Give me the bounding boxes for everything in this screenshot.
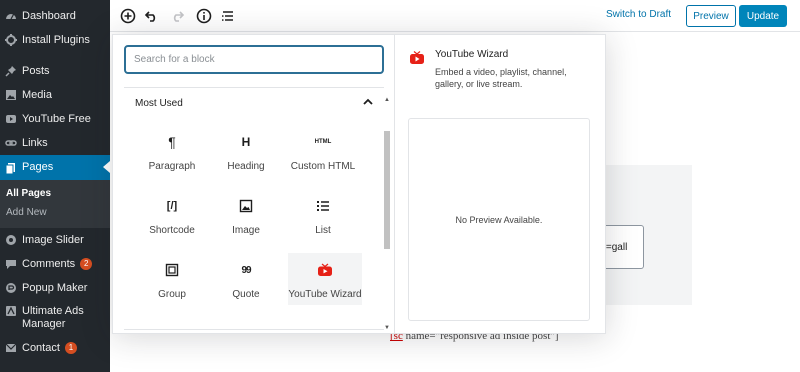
sidebar-item-pages[interactable]: Pages (0, 155, 110, 180)
submenu-all-pages[interactable]: All Pages (6, 188, 51, 199)
add-block-button[interactable] (118, 6, 138, 26)
media-icon (0, 89, 22, 101)
mail-icon (0, 342, 22, 354)
block-search-input[interactable] (124, 45, 384, 74)
block-shortcode[interactable]: [/] Shortcode (137, 189, 207, 241)
sidebar-item-label: Contact (22, 341, 60, 354)
sidebar-item-contact[interactable]: Contact 1 (0, 336, 110, 360)
plus-circle-icon (120, 8, 136, 24)
sidebar-item-label: Links (22, 136, 48, 149)
sidebar-item-label: Comments (22, 257, 76, 270)
block-label: Custom HTML (290, 161, 356, 172)
block-label: Image (232, 225, 260, 236)
sidebar-item-links[interactable]: Links (0, 131, 110, 155)
dashboard-icon (0, 10, 22, 22)
paragraph-icon: ¶ (168, 134, 176, 150)
inserter-scrollbar[interactable] (384, 131, 390, 249)
block-label: Shortcode (149, 225, 195, 236)
block-inserter-popover: Most Used ¶ Paragraph H Heading HTML Cus… (112, 34, 606, 334)
link-icon (0, 137, 22, 149)
content-info-button[interactable] (194, 6, 214, 26)
comments-count-badge: 2 (80, 258, 93, 270)
info-icon (196, 8, 212, 24)
block-group[interactable]: Group (137, 253, 207, 305)
html-icon: HTML (314, 139, 332, 145)
scroll-down-arrow[interactable]: ▼ (383, 325, 391, 331)
shortcode-icon: [/] (166, 200, 178, 212)
block-label: Heading (227, 161, 265, 172)
update-button[interactable]: Update (739, 5, 787, 27)
list-view-icon (222, 11, 233, 21)
block-label: Paragraph (148, 161, 196, 172)
panel-title: Most Used (135, 98, 183, 109)
block-heading[interactable]: H Heading (211, 125, 281, 177)
block-label: Quote (232, 289, 260, 300)
block-quote[interactable]: 99 Quote (211, 253, 281, 305)
block-preview-area: No Preview Available. (408, 118, 590, 321)
block-navigation-button[interactable] (218, 6, 238, 26)
preview-block-title: YouTube Wizard (435, 49, 509, 60)
sidebar-item-install-plugins[interactable]: Install Plugins (0, 28, 110, 52)
switch-to-draft-link[interactable]: Switch to Draft (606, 9, 671, 20)
sidebar-item-label: Media (22, 88, 52, 101)
list-icon (316, 197, 330, 215)
sidebar-item-label: Posts (22, 64, 50, 77)
quote-icon: 99 (241, 264, 251, 276)
scroll-up-arrow[interactable]: ▲ (383, 97, 391, 103)
sidebar-item-dashboard[interactable]: Dashboard (0, 4, 110, 28)
sidebar-item-ultimate-ads-manager[interactable]: Ultimate Ads Manager (0, 300, 110, 332)
block-list[interactable]: List (288, 189, 358, 241)
ads-icon (0, 305, 22, 317)
sidebar-item-posts[interactable]: Posts (0, 59, 110, 83)
submenu-add-new[interactable]: Add New (6, 207, 47, 218)
contact-count-badge: 1 (64, 342, 77, 354)
image-icon (239, 197, 253, 215)
popup-icon (0, 282, 22, 294)
most-used-panel-header[interactable]: Most Used (124, 87, 384, 117)
pages-submenu: All Pages Add New (0, 180, 110, 228)
comment-icon (0, 258, 22, 270)
youtube-icon (410, 51, 424, 64)
sidebar-item-label: YouTube Free (22, 112, 91, 125)
pin-icon (0, 65, 22, 77)
preview-button[interactable]: Preview (686, 5, 736, 27)
sidebar-item-image-slider[interactable]: Image Slider (0, 228, 110, 252)
pages-icon (0, 162, 22, 174)
admin-sidebar: Dashboard Install Plugins Posts Media Yo… (0, 0, 110, 372)
chevron-up-icon (363, 98, 373, 105)
block-label: YouTube Wizard (288, 289, 362, 300)
editor-toolbar: Switch to Draft Preview Update (110, 0, 800, 32)
sidebar-item-label: Dashboard (22, 9, 76, 22)
youtube-icon (0, 113, 22, 125)
sidebar-item-youtube-free[interactable]: YouTube Free (0, 107, 110, 131)
group-icon (165, 261, 179, 279)
sidebar-item-label: Popup Maker (22, 281, 88, 294)
slider-icon (0, 234, 22, 246)
pane-divider (394, 35, 395, 333)
plugin-icon (0, 34, 22, 46)
sidebar-item-comments[interactable]: Comments 2 (0, 252, 110, 276)
no-preview-text: No Preview Available. (455, 214, 543, 225)
youtube-icon (317, 261, 333, 279)
block-custom-html[interactable]: HTML Custom HTML (288, 125, 358, 177)
redo-button[interactable] (167, 6, 187, 26)
sidebar-item-label: Pages (22, 161, 54, 173)
redo-icon (173, 11, 185, 22)
block-label: List (315, 225, 331, 236)
block-paragraph[interactable]: ¶ Paragraph (137, 125, 207, 177)
sidebar-item-media[interactable]: Media (0, 83, 110, 107)
undo-icon (144, 11, 156, 22)
block-image[interactable]: Image (211, 189, 281, 241)
sidebar-item-label: Install Plugins (22, 33, 90, 46)
block-youtube-wizard[interactable]: YouTube Wizard (288, 253, 362, 305)
preview-block-description: Embed a video, playlist, channel, galler… (435, 67, 567, 89)
panel-divider (124, 329, 384, 330)
undo-button[interactable] (142, 6, 162, 26)
sidebar-item-popup-maker[interactable]: Popup Maker (0, 276, 110, 300)
heading-icon: H (241, 135, 251, 149)
sidebar-item-label: Image Slider (22, 233, 84, 246)
sidebar-item-label: Ultimate Ads Manager (22, 305, 84, 330)
block-label: Group (158, 289, 186, 300)
